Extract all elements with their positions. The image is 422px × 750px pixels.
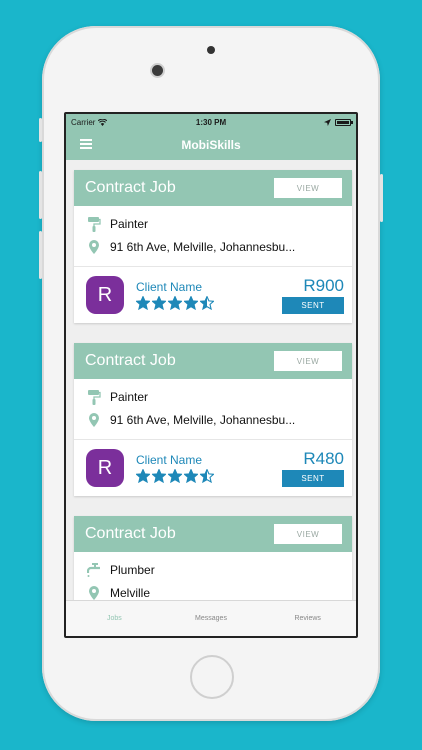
app-title: MobiSkills (181, 138, 241, 152)
location-pin-icon (87, 585, 101, 601)
client-name[interactable]: Client Name (136, 453, 282, 467)
rating-stars (136, 296, 282, 310)
job-title: Contract Job (85, 525, 176, 542)
job-card[interactable]: Contract Job VIEW Plumber Melville (74, 516, 352, 600)
star-full-icon (168, 469, 182, 483)
job-title: Contract Job (85, 179, 176, 196)
job-card-header: Contract Job VIEW (74, 170, 352, 206)
tab-jobs[interactable]: Jobs (66, 615, 163, 622)
rating-stars (136, 469, 282, 483)
volume-up-button (39, 171, 42, 219)
view-button[interactable]: VIEW (274, 178, 342, 198)
paint-roller-icon (87, 389, 101, 405)
star-full-icon (152, 296, 166, 310)
front-camera (152, 65, 163, 76)
sent-status-button[interactable]: SENT (282, 469, 344, 487)
job-title: Contract Job (85, 352, 176, 369)
job-details: Painter 91 6th Ave, Melville, Johannesbu… (74, 206, 352, 267)
status-time: 1:30 PM (195, 117, 227, 127)
location-pin-icon (87, 239, 101, 255)
view-button[interactable]: VIEW (274, 524, 342, 544)
view-button[interactable]: VIEW (274, 351, 342, 371)
power-button (380, 174, 383, 222)
job-price: R480 (303, 448, 344, 468)
star-full-icon (136, 296, 150, 310)
navigation-bar: MobiSkills (66, 130, 356, 160)
client-name[interactable]: Client Name (136, 280, 282, 294)
job-client-section: R Client Name R900 SENT (74, 267, 352, 323)
star-full-icon (184, 296, 198, 310)
star-full-icon (168, 296, 182, 310)
star-full-icon (184, 469, 198, 483)
location-pin-icon (87, 412, 101, 428)
job-trade: Painter (110, 216, 149, 231)
job-list[interactable]: Contract Job VIEW Painter 91 6th Ave, Me… (66, 160, 356, 600)
paint-roller-icon (87, 216, 101, 232)
avatar: R (86, 276, 124, 314)
job-location-row: 91 6th Ave, Melville, Johannesbu... (74, 235, 352, 258)
tab-messages[interactable]: Messages (163, 615, 260, 622)
job-details: Painter 91 6th Ave, Melville, Johannesbu… (74, 379, 352, 440)
speaker (207, 46, 215, 54)
tab-bar: Jobs Messages Reviews (66, 600, 356, 636)
job-details: Plumber Melville (74, 552, 352, 600)
star-half-icon (200, 469, 214, 483)
job-location: 91 6th Ave, Melville, Johannesbu... (110, 412, 296, 427)
job-trade-row: Painter (74, 212, 352, 235)
star-full-icon (136, 469, 150, 483)
app-screen: Carrier 1:30 PM MobiSkills Contract Job … (64, 112, 358, 638)
carrier-label: Carrier (71, 117, 96, 127)
wifi-icon (98, 118, 108, 126)
job-client-section: R Client Name R480 SENT (74, 440, 352, 496)
job-card-header: Contract Job VIEW (74, 516, 352, 552)
job-location-row: 91 6th Ave, Melville, Johannesbu... (74, 408, 352, 431)
location-arrow-icon (324, 118, 331, 126)
avatar: R (86, 449, 124, 487)
job-trade: Painter (110, 389, 149, 404)
job-trade-row: Painter (74, 385, 352, 408)
faucet-icon (87, 562, 101, 578)
job-card-header: Contract Job VIEW (74, 343, 352, 379)
home-button (190, 655, 234, 699)
job-trade: Plumber (110, 562, 155, 577)
job-price: R900 (303, 275, 344, 295)
battery-icon (335, 118, 353, 126)
tab-reviews[interactable]: Reviews (259, 615, 356, 622)
mute-switch (39, 118, 42, 142)
job-location: 91 6th Ave, Melville, Johannesbu... (110, 239, 296, 254)
volume-down-button (39, 231, 42, 279)
job-card[interactable]: Contract Job VIEW Painter 91 6th Ave, Me… (74, 343, 352, 496)
hamburger-menu-icon[interactable] (80, 139, 92, 149)
job-location: Melville (110, 585, 151, 600)
job-trade-row: Plumber (74, 558, 352, 581)
job-location-row: Melville (74, 581, 352, 600)
sent-status-button[interactable]: SENT (282, 296, 344, 314)
status-bar: Carrier 1:30 PM (66, 114, 356, 130)
star-full-icon (152, 469, 166, 483)
job-card[interactable]: Contract Job VIEW Painter 91 6th Ave, Me… (74, 170, 352, 323)
star-half-icon (200, 296, 214, 310)
